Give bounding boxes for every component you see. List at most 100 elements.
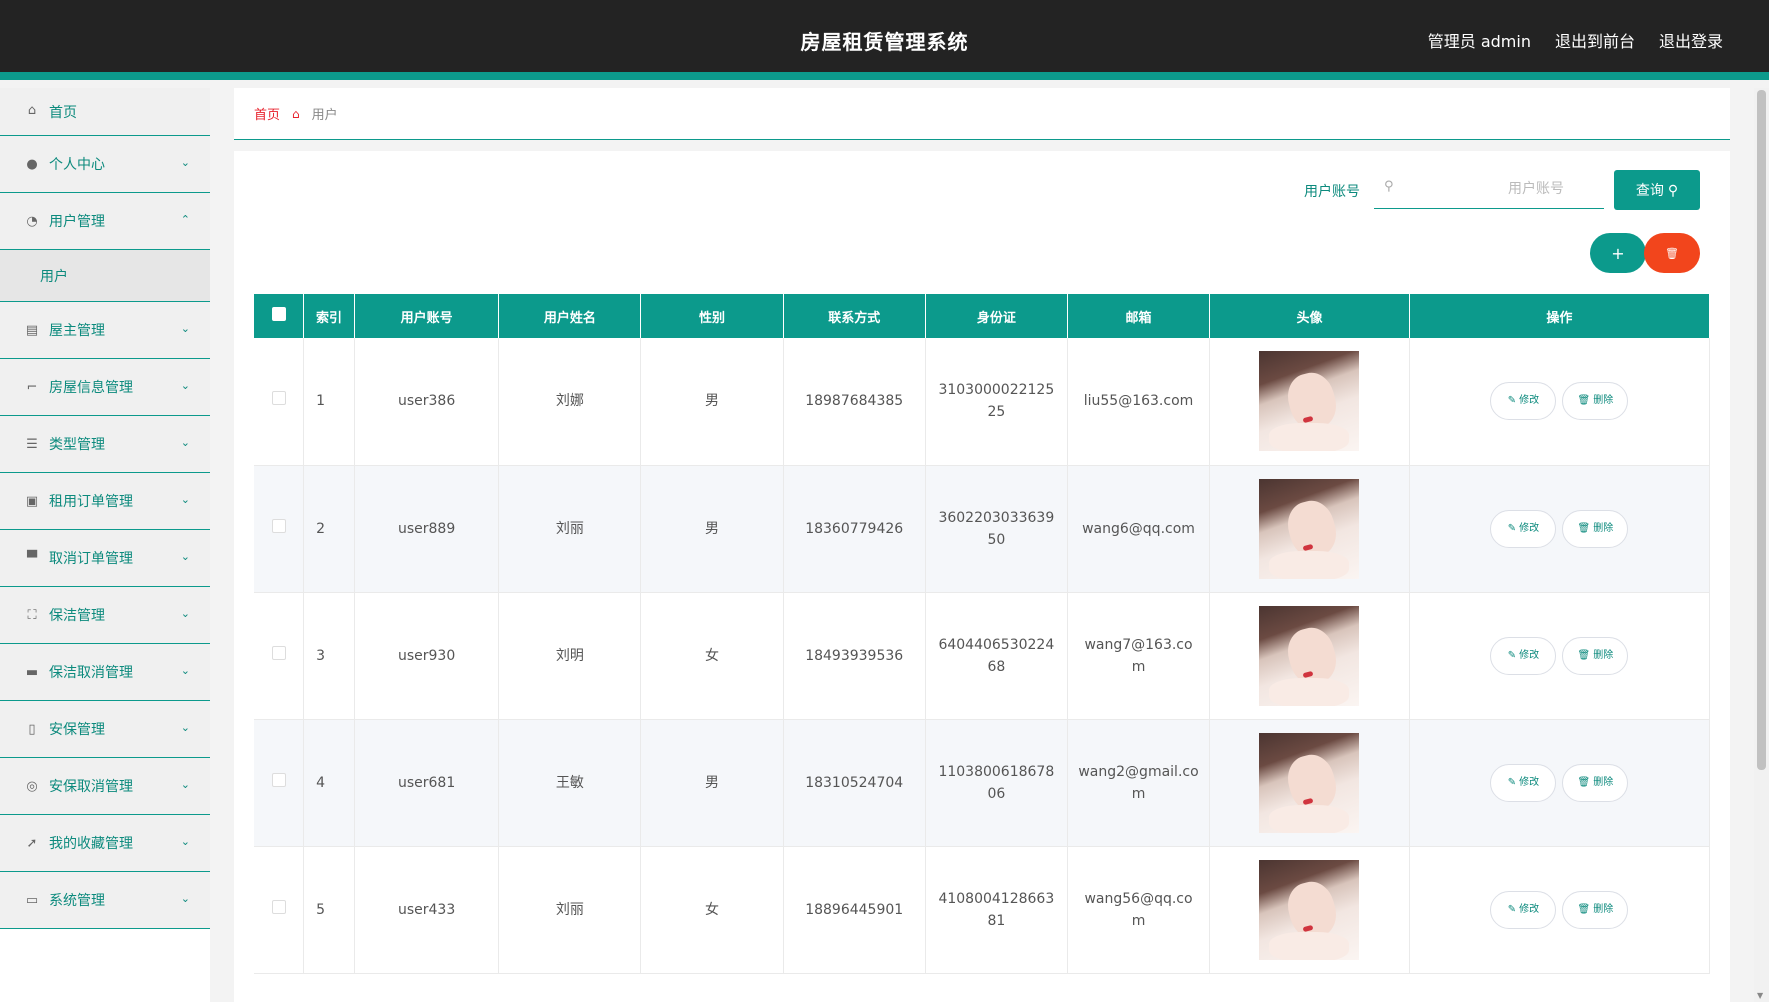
sidebar-item-house-info[interactable]: ⌐ 房屋信息管理 ⌄ — [0, 359, 210, 416]
cell-id-card: 310300002212525 — [925, 338, 1068, 466]
cell-gender: 女 — [640, 592, 784, 720]
edit-button[interactable]: ✎ 修改 — [1490, 763, 1557, 802]
row-select-cell — [254, 719, 305, 847]
sidebar-item-user-management[interactable]: ◔ 用户管理 ⌃ — [0, 193, 210, 250]
cell-avatar — [1209, 592, 1410, 720]
sidebar-item-security-cancel[interactable]: ◎ 安保取消管理 ⌄ — [0, 758, 210, 815]
cell-actions: ✎ 修改 🗑 删除 — [1409, 846, 1711, 974]
delete-button[interactable]: 🗑 删除 — [1562, 763, 1629, 802]
back-to-front-link[interactable]: 退出到前台 — [1555, 28, 1635, 52]
breadcrumb-current: 用户 — [311, 108, 338, 123]
sidebar-item-label: 首页 — [49, 105, 77, 121]
cell-index: 4 — [303, 719, 355, 847]
edit-button[interactable]: ✎ 修改 — [1490, 382, 1557, 421]
top-header: 房屋租赁管理系统 管理员 admin 退出到前台 退出登录 — [0, 0, 1769, 80]
trash-icon: 🗑 — [1577, 522, 1591, 534]
row-checkbox[interactable] — [271, 899, 286, 914]
sidebar-subitem-users[interactable]: 用户 — [0, 250, 210, 302]
edit-icon: ✎ — [1507, 395, 1517, 407]
sidebar-item-favorites[interactable]: ➚ 我的收藏管理 ⌄ — [0, 815, 210, 872]
sidebar: ⌂ 首页 ● 个人中心 ⌄ ◔ 用户管理 ⌃ 用户 ▤ 屋主管理 ⌄ ⌐ 房屋信… — [0, 88, 210, 1002]
delete-label: 删除 — [1593, 903, 1614, 915]
edit-label: 修改 — [1519, 522, 1540, 534]
column-header: 用户账号 — [354, 294, 500, 338]
cell-avatar — [1209, 465, 1410, 593]
table-row: 4 user681 王敏男 18310524704 110380061867806 wan… — [254, 719, 1711, 847]
sidebar-item-type-management[interactable]: ☰ 类型管理 ⌄ — [0, 416, 210, 473]
cell-phone: 18493939536 — [783, 592, 926, 720]
home-icon: ⌂ — [292, 106, 300, 121]
search-label: 用户账号 — [1304, 184, 1360, 200]
sidebar-item-system[interactable]: ▭ 系统管理 ⌄ — [0, 872, 210, 929]
cell-avatar — [1209, 719, 1410, 847]
sidebar-item-label: 保洁管理 — [49, 608, 105, 624]
sidebar-item-label: 安保管理 — [49, 722, 105, 738]
table-header-row: 索引 用户账号 用户姓名 性别 联系方式 身份证 邮箱 头像 操作 — [254, 294, 1711, 338]
search-input[interactable] — [1404, 175, 1594, 203]
send-icon: ➚ — [26, 835, 38, 851]
cell-phone: 18987684385 — [783, 338, 926, 466]
sidebar-item-rental-orders[interactable]: ▣ 租用订单管理 ⌄ — [0, 473, 210, 530]
delete-button[interactable]: 🗑 删除 — [1562, 636, 1629, 675]
sidebar-item-label: 取消订单管理 — [49, 551, 133, 567]
sidebar-item-label: 安保取消管理 — [49, 779, 133, 795]
column-header: 操作 — [1409, 294, 1711, 338]
edit-button[interactable]: ✎ 修改 — [1490, 890, 1557, 929]
row-checkbox[interactable] — [271, 645, 286, 660]
sidebar-item-owner-management[interactable]: ▤ 屋主管理 ⌄ — [0, 302, 210, 359]
sidebar-item-label: 我的收藏管理 — [49, 836, 133, 852]
sidebar-item-label: 用户管理 — [49, 214, 105, 230]
sidebar-item-security[interactable]: ▯ 安保管理 ⌄ — [0, 701, 210, 758]
add-button[interactable]: + — [1590, 233, 1646, 273]
cell-id-card: 110380061867806 — [925, 719, 1068, 847]
search-button[interactable]: 查询 ⚲ — [1614, 170, 1700, 210]
cell-name: 刘丽 — [498, 465, 642, 593]
cell-gender: 男 — [640, 719, 784, 847]
scrollbar-thumb[interactable] — [1757, 90, 1766, 770]
search-button-label: 查询 — [1635, 182, 1664, 198]
cell-index: 2 — [303, 465, 355, 593]
admin-label[interactable]: 管理员 admin — [1428, 28, 1531, 52]
row-checkbox[interactable] — [271, 772, 286, 787]
stand-icon: ▀ — [27, 550, 37, 566]
chevron-down-icon: ⌄ — [180, 607, 190, 620]
breadcrumb: 首页 ⌂ 用户 — [234, 88, 1730, 140]
delete-button[interactable]: 🗑 删除 — [1562, 382, 1629, 421]
briefcase-icon: ▬ — [25, 664, 39, 680]
sidebar-item-personal-center[interactable]: ● 个人中心 ⌄ — [0, 136, 210, 193]
cell-account: user681 — [354, 719, 500, 847]
batch-delete-button[interactable]: 🗑 — [1644, 233, 1700, 273]
chevron-down-icon: ⌄ — [180, 778, 190, 791]
row-checkbox[interactable] — [271, 391, 286, 406]
sidebar-item-home[interactable]: ⌂ 首页 — [0, 88, 210, 136]
sidebar-item-cancel-orders[interactable]: ▀ 取消订单管理 ⌄ — [0, 530, 210, 587]
sidebar-item-cleaning[interactable]: ⛶ 保洁管理 ⌄ — [0, 587, 210, 644]
table-row: 1 user386 刘娜男 18987684385 310300002212525 liu… — [254, 338, 1711, 466]
column-header: 头像 — [1209, 294, 1410, 338]
cell-account: user386 — [354, 338, 500, 466]
checklist-icon: ▣ — [25, 493, 39, 509]
delete-button[interactable]: 🗑 删除 — [1562, 509, 1629, 548]
breadcrumb-home[interactable]: 首页 — [254, 104, 280, 123]
logout-link[interactable]: 退出登录 — [1659, 28, 1723, 52]
delete-button[interactable]: 🗑 删除 — [1562, 890, 1629, 929]
cell-index: 5 — [303, 846, 355, 974]
scroll-down-arrow-icon[interactable]: ▼ — [1757, 991, 1763, 1000]
edit-button[interactable]: ✎ 修改 — [1490, 509, 1557, 548]
gauge-icon: ◔ — [26, 213, 38, 229]
column-header: 联系方式 — [783, 294, 926, 338]
frame-icon: ⛶ — [27, 607, 37, 623]
edit-icon: ✎ — [1507, 522, 1517, 534]
table-row: 3 user930 刘明女 18493939536 640440653022468 wan… — [254, 592, 1711, 720]
cell-email: wang6@qq.com — [1067, 465, 1211, 593]
cell-gender: 男 — [640, 465, 784, 593]
select-all-checkbox[interactable] — [271, 307, 286, 321]
delete-label: 删除 — [1593, 649, 1614, 661]
vertical-scrollbar[interactable]: ▼ — [1754, 88, 1769, 1002]
edit-button[interactable]: ✎ 修改 — [1490, 636, 1557, 675]
row-checkbox[interactable] — [271, 518, 286, 533]
sidebar-item-cleaning-cancel[interactable]: ▬ 保洁取消管理 ⌄ — [0, 644, 210, 701]
table-row: 2 user889 刘丽男 18360779426 360220303363950 wan… — [254, 465, 1711, 593]
edit-label: 修改 — [1519, 649, 1540, 661]
cell-id-card: 640440653022468 — [925, 592, 1068, 720]
